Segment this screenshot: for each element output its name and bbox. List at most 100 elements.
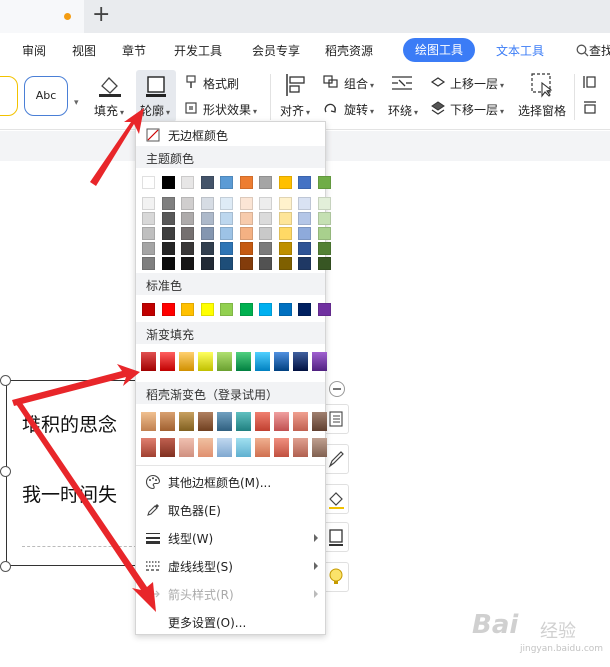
theme-shade-swatch[interactable]	[142, 242, 155, 255]
theme-shade-swatch[interactable]	[317, 257, 331, 270]
theme-shade-swatch[interactable]	[239, 257, 253, 270]
docer-gradient-swatch[interactable]	[255, 412, 270, 431]
group-button[interactable]: 组合 ▾	[344, 75, 374, 92]
docer-gradient-swatch[interactable]	[255, 438, 270, 457]
theme-shade-swatch[interactable]	[181, 257, 194, 270]
style-more-icon[interactable]: ▾	[74, 98, 79, 108]
standard-color-swatch[interactable]	[200, 303, 214, 316]
no-border-item[interactable]: 无边框颜色	[136, 122, 325, 148]
standard-color-swatch[interactable]	[220, 303, 233, 316]
menu-member[interactable]: 会员专享	[252, 42, 300, 59]
more-settings-item[interactable]: 更多设置(O)...	[136, 609, 325, 635]
resize-handle[interactable]	[0, 561, 11, 572]
standard-color-swatch[interactable]	[278, 303, 292, 316]
theme-color-swatch[interactable]	[298, 176, 311, 189]
standard-color-swatch[interactable]	[161, 303, 175, 316]
theme-shade-swatch[interactable]	[200, 227, 214, 240]
theme-shade-swatch[interactable]	[161, 257, 175, 270]
outline-button[interactable]: 轮廓 ▾	[136, 70, 176, 122]
theme-color-swatch[interactable]	[200, 176, 214, 189]
format-painter-button[interactable]: 格式刷	[203, 75, 239, 92]
theme-shade-swatch[interactable]	[200, 197, 214, 210]
theme-shade-swatch[interactable]	[239, 212, 253, 225]
theme-shade-swatch[interactable]	[259, 242, 272, 255]
theme-shade-swatch[interactable]	[220, 257, 233, 270]
line-type-item[interactable]: 线型(W)	[136, 525, 325, 551]
selection-pane-button[interactable]: 选择窗格	[518, 102, 566, 119]
side-fill-button[interactable]	[323, 484, 349, 514]
theme-shade-swatch[interactable]	[278, 242, 292, 255]
theme-shade-swatch[interactable]	[298, 212, 311, 225]
theme-shade-swatch[interactable]	[239, 242, 253, 255]
theme-color-swatch[interactable]	[239, 176, 253, 189]
docer-gradient-swatch[interactable]	[312, 438, 327, 457]
theme-shade-swatch[interactable]	[278, 227, 292, 240]
menu-docer[interactable]: 稻壳资源	[325, 42, 373, 59]
docer-gradient-swatch[interactable]	[274, 438, 289, 457]
search-button[interactable]: 查找	[576, 42, 610, 59]
menu-dev-tools[interactable]: 开发工具	[174, 42, 222, 59]
fill-button[interactable]: 填充 ▾	[94, 102, 124, 119]
theme-shade-swatch[interactable]	[200, 257, 214, 270]
gradient-swatch[interactable]	[198, 352, 213, 371]
eyedropper-item[interactable]: 取色器(E)	[136, 497, 325, 523]
docer-gradient-swatch[interactable]	[217, 438, 232, 457]
gradient-swatch[interactable]	[160, 352, 175, 371]
docer-gradient-swatch[interactable]	[293, 438, 308, 457]
theme-shade-swatch[interactable]	[259, 227, 272, 240]
theme-shade-swatch[interactable]	[259, 212, 272, 225]
theme-color-swatch[interactable]	[181, 176, 194, 189]
theme-shade-swatch[interactable]	[200, 212, 214, 225]
theme-shade-swatch[interactable]	[181, 242, 194, 255]
standard-color-swatch[interactable]	[181, 303, 194, 316]
theme-shade-swatch[interactable]	[278, 257, 292, 270]
theme-shade-swatch[interactable]	[161, 242, 175, 255]
docer-gradient-swatch[interactable]	[198, 412, 213, 431]
gradient-swatch[interactable]	[312, 352, 327, 371]
docer-gradient-swatch[interactable]	[141, 412, 156, 431]
shape-style-yellow[interactable]	[0, 76, 18, 116]
bring-forward-button[interactable]: 上移一层 ▾	[450, 75, 504, 92]
standard-color-swatch[interactable]	[317, 303, 331, 316]
theme-shade-swatch[interactable]	[142, 212, 155, 225]
theme-color-swatch[interactable]	[317, 176, 331, 189]
align-button[interactable]: 对齐 ▾	[280, 102, 310, 119]
docer-gradient-swatch[interactable]	[236, 412, 251, 431]
theme-color-swatch[interactable]	[259, 176, 272, 189]
side-outline-button[interactable]	[323, 522, 349, 552]
new-tab-icon[interactable]: +	[92, 3, 110, 27]
theme-shade-swatch[interactable]	[317, 242, 331, 255]
send-backward-button[interactable]: 下移一层 ▾	[450, 101, 504, 118]
theme-color-swatch[interactable]	[142, 176, 155, 189]
docer-gradient-swatch[interactable]	[217, 412, 232, 431]
docer-gradient-swatch[interactable]	[312, 412, 327, 431]
docer-gradient-swatch[interactable]	[160, 438, 175, 457]
shape-style-abc[interactable]: Abc	[24, 76, 68, 116]
gradient-swatch[interactable]	[236, 352, 251, 371]
theme-shade-swatch[interactable]	[161, 227, 175, 240]
theme-shade-swatch[interactable]	[259, 197, 272, 210]
theme-shade-swatch[interactable]	[317, 212, 331, 225]
gradient-swatch[interactable]	[179, 352, 194, 371]
theme-color-swatch[interactable]	[278, 176, 292, 189]
theme-shade-swatch[interactable]	[317, 197, 331, 210]
more-colors-item[interactable]: 其他边框颜色(M)...	[136, 469, 325, 495]
docer-gradient-swatch[interactable]	[160, 412, 175, 431]
theme-color-swatch[interactable]	[161, 176, 175, 189]
collapse-icon[interactable]	[329, 381, 345, 397]
theme-shade-swatch[interactable]	[220, 197, 233, 210]
theme-shade-swatch[interactable]	[298, 257, 311, 270]
menu-chapter[interactable]: 章节	[122, 42, 146, 59]
theme-shade-swatch[interactable]	[298, 242, 311, 255]
document-tab[interactable]	[0, 0, 84, 33]
docer-gradient-swatch[interactable]	[179, 412, 194, 431]
theme-shade-swatch[interactable]	[181, 227, 194, 240]
standard-color-swatch[interactable]	[142, 303, 155, 316]
gradient-swatch[interactable]	[141, 352, 156, 371]
doc-text-line[interactable]: 我一时间失	[22, 480, 117, 507]
resize-handle[interactable]	[0, 466, 11, 477]
tab-text-tools[interactable]: 文本工具	[496, 42, 544, 59]
tab-drawing-tools[interactable]: 绘图工具	[403, 38, 475, 62]
docer-gradient-swatch[interactable]	[141, 438, 156, 457]
rotate-button[interactable]: 旋转 ▾	[344, 101, 374, 118]
